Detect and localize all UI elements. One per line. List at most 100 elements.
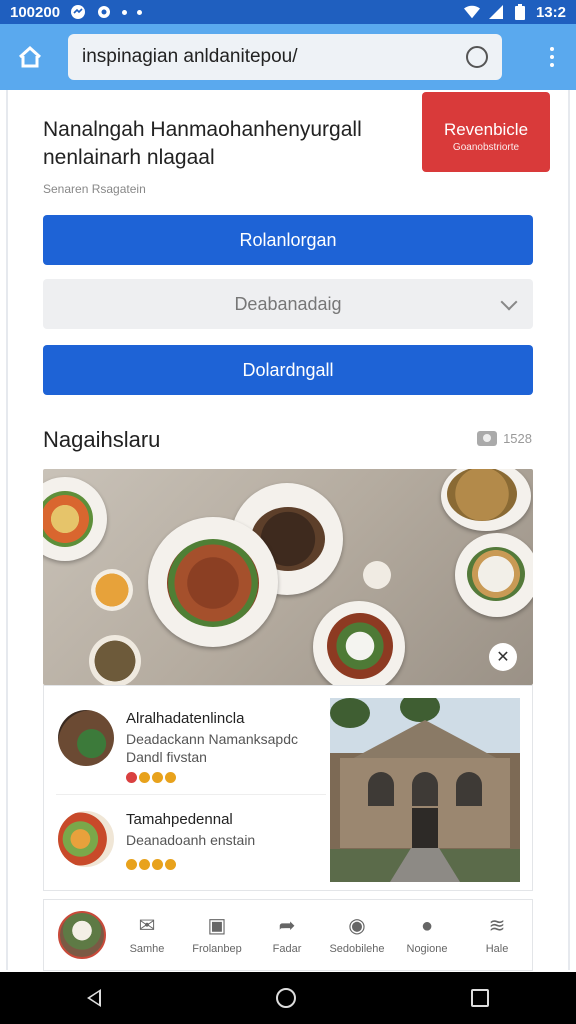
rating-dot-icon	[165, 859, 176, 870]
listing-card: Alralhadatenlincla Deadackann Namanksapd…	[43, 685, 533, 891]
path-image	[390, 848, 460, 882]
page-title-line1: Nanalngah Hanmaohanhenyurgall	[43, 118, 362, 141]
photo-count-value: 1528	[503, 431, 532, 446]
wifi-icon	[463, 4, 480, 20]
list-item-desc-line: Dandl fivstan	[126, 749, 207, 765]
page-title-line2: nenlainarh nlagaal	[43, 146, 215, 169]
nav-item-label: Fadar	[272, 943, 302, 955]
avatar	[58, 710, 114, 766]
list-item-title: Tamahpedennal	[126, 811, 233, 828]
page-border-left	[6, 90, 8, 970]
rating-dot-icon	[139, 772, 150, 783]
browser-toolbar: inspinagian anldanitepou/	[0, 24, 576, 90]
building-photo[interactable]	[330, 698, 520, 882]
food-image	[467, 547, 525, 601]
section-title: Nagaihslaru	[43, 427, 161, 452]
list-item-description: Deanadoanh enstain	[126, 831, 255, 849]
bowl-image	[363, 561, 391, 589]
primary-button[interactable]: Rolanlorgan	[43, 215, 533, 265]
nav-item-label: Samhe	[129, 943, 165, 955]
rating-dot-icon	[126, 859, 137, 870]
page-content: Nanalngah Hanmaohanhenyurgall nenlainarh…	[0, 90, 576, 970]
list-item-description: Deadackann Namanksapdc Dandl fivstan	[126, 730, 298, 766]
recent-apps-icon[interactable]	[470, 989, 489, 1007]
chat-icon: ◉	[348, 915, 366, 937]
list-item-title: Alralhadatenlincla	[126, 710, 245, 727]
nav-item-label: Sedobilehe	[329, 943, 385, 955]
page-border-right	[568, 90, 570, 970]
battery-icon	[512, 4, 528, 20]
window-image	[456, 772, 482, 806]
overflow-menu-button[interactable]	[540, 39, 564, 75]
home-circle-icon[interactable]	[275, 988, 296, 1008]
signal-icon	[488, 4, 504, 20]
address-bar[interactable]: inspinagian anldanitepou/	[68, 34, 502, 80]
page-title: Nanalngah Hanmaohanhenyurgall nenlainarh…	[43, 116, 403, 172]
nav-item-label: Hale	[485, 943, 509, 955]
status-bar: 100200 13:2	[0, 0, 576, 24]
food-image	[167, 539, 259, 627]
menu-dot-icon	[550, 63, 554, 67]
back-icon[interactable]	[87, 989, 102, 1007]
clock-icon[interactable]	[466, 46, 488, 68]
photo-count: 1528	[477, 431, 532, 446]
food-image	[447, 469, 517, 521]
camera-icon	[477, 431, 498, 446]
list-item[interactable]: Tamahpedennal Deanadoanh enstain ♡	[56, 794, 348, 884]
rating-dot-icon	[139, 859, 150, 870]
nav-item-mail[interactable]: ✉ Samhe	[112, 915, 182, 955]
notification-dot-icon	[122, 9, 128, 15]
compass-icon: ●	[420, 915, 434, 937]
status-time: 100200	[10, 3, 61, 21]
messenger-icon	[70, 4, 86, 20]
list-item[interactable]: Alralhadatenlincla Deadackann Namanksapd…	[56, 704, 348, 794]
list-item-desc-line: Deanadoanh enstain	[126, 832, 256, 848]
rating-dot-icon	[152, 772, 163, 783]
layers-icon: ≋	[488, 915, 506, 937]
dropdown-select[interactable]: Deabanadaig	[43, 279, 533, 329]
nav-item-compass[interactable]: ● Nogione	[392, 915, 462, 955]
menu-dot-icon	[550, 55, 554, 59]
list-item-desc-line: Deadackann Namanksapdc	[126, 731, 298, 747]
promo-subtitle: Goanobstriorte	[452, 142, 520, 153]
food-hero-image[interactable]: ✕	[43, 469, 533, 685]
dropdown-value: Deabanadaig	[234, 293, 342, 314]
app-bottom-nav: ✉ Samhe ▣ Frolanbep ➦ Fadar ◉ Sedobilehe…	[43, 899, 533, 971]
tree-image	[400, 698, 440, 722]
url-text: inspinagian anldanitepou/	[82, 46, 298, 67]
window-image	[368, 772, 394, 806]
rating-dot-icon	[165, 772, 176, 783]
home-icon	[18, 45, 42, 68]
profile-avatar[interactable]	[58, 911, 106, 959]
close-icon[interactable]: ✕	[489, 643, 517, 671]
calendar-icon: ▣	[207, 915, 227, 937]
promo-banner[interactable]: Revenbicle Goanobstriorte	[422, 92, 550, 172]
nav-item-chat[interactable]: ◉ Sedobilehe	[322, 915, 392, 955]
nav-item-share[interactable]: ➦ Fadar	[252, 915, 322, 955]
rating-dot-icon	[126, 772, 137, 783]
rating-dot-icon	[152, 859, 163, 870]
nav-item-label: Frolanbep	[192, 943, 242, 955]
settings-icon	[96, 4, 112, 20]
food-image	[327, 613, 393, 679]
home-button[interactable]	[12, 39, 48, 75]
tree-image	[330, 698, 370, 728]
roof-image	[350, 720, 500, 760]
status-clock: 13:2	[535, 3, 566, 21]
nav-item-calendar[interactable]: ▣ Frolanbep	[182, 915, 252, 955]
rating	[126, 859, 176, 870]
meta-text: Senaren Rsagatein	[43, 182, 146, 196]
mail-icon: ✉	[138, 915, 156, 937]
promo-title: Revenbicle	[443, 120, 529, 139]
notification-dot-icon	[137, 9, 143, 15]
bowl-image	[91, 569, 133, 611]
rating	[126, 772, 176, 783]
avatar	[58, 811, 114, 867]
menu-dot-icon	[550, 47, 554, 51]
window-image	[412, 772, 438, 806]
nav-item-layers[interactable]: ≋ Hale	[462, 915, 532, 955]
nav-item-label: Nogione	[406, 943, 448, 955]
bowl-image	[89, 635, 141, 685]
share-icon: ➦	[278, 915, 296, 937]
secondary-primary-button[interactable]: Dolardngall	[43, 345, 533, 395]
